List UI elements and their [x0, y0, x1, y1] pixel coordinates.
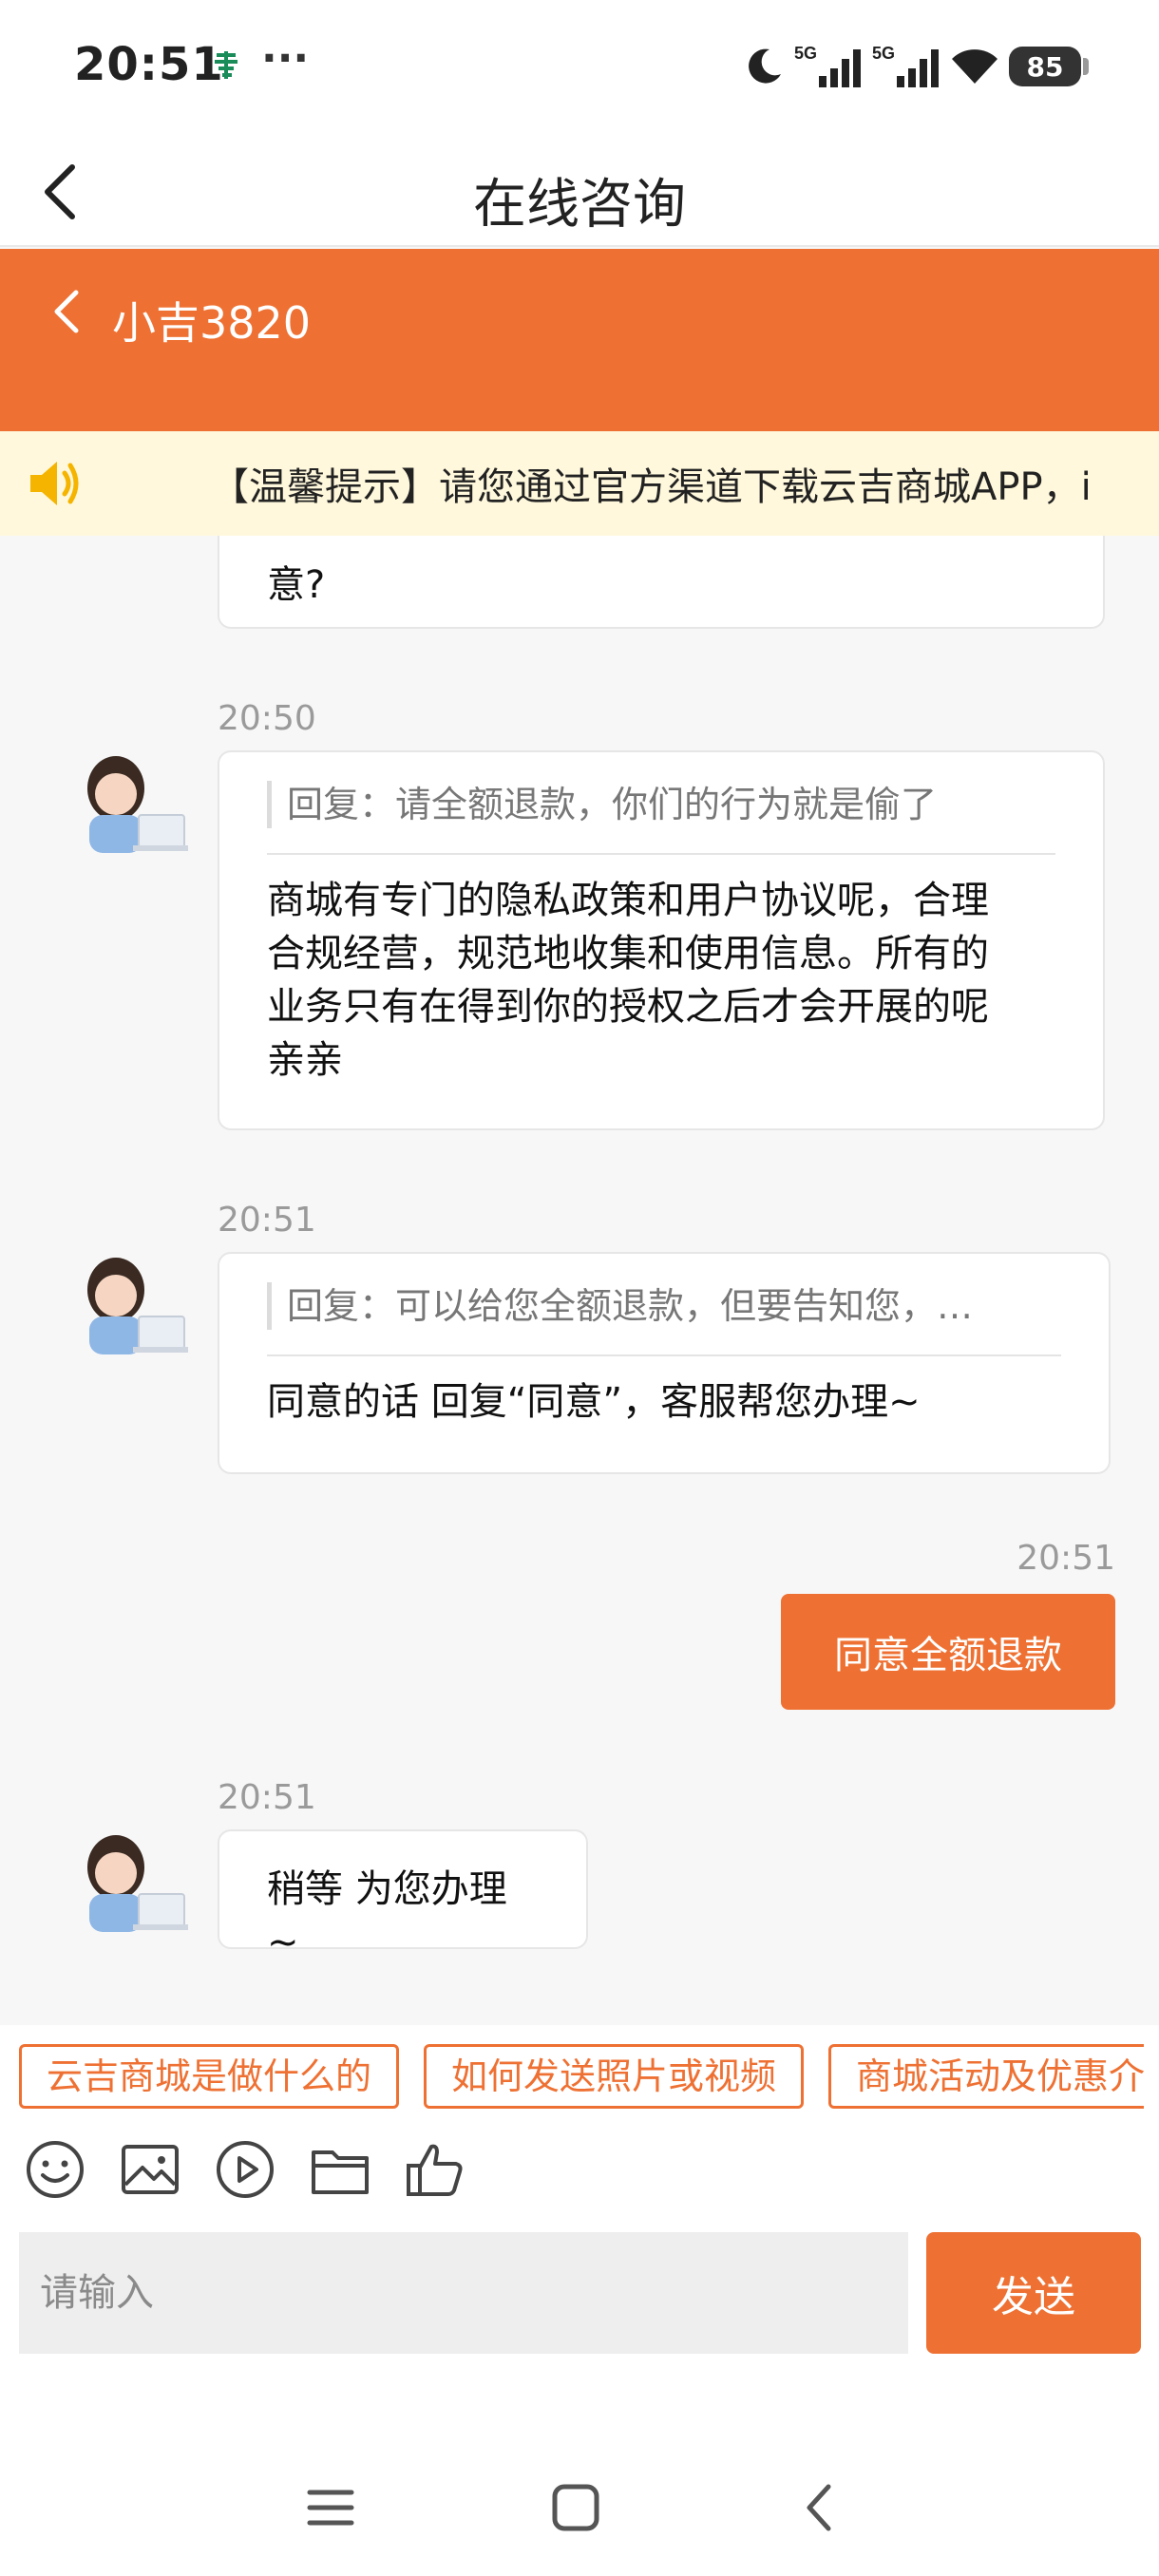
agent-message-bubble: 回复：请全额退款，你们的行为就是偷了 商城有专门的隐私政策和用户协议呢，合理 合…	[218, 750, 1105, 1130]
thumbs-up-icon[interactable]	[405, 2139, 466, 2200]
quick-reply-chip[interactable]: 商城活动及优惠介	[828, 2044, 1144, 2109]
status-time: 20:51	[74, 38, 224, 91]
agent-name: 小吉3820	[112, 297, 312, 349]
moon-icon	[749, 48, 781, 84]
message-time: 20:51	[1016, 1539, 1115, 1578]
home-icon[interactable]	[547, 2479, 604, 2536]
message-line: 亲亲	[267, 1038, 343, 1082]
folder-icon[interactable]	[310, 2139, 370, 2200]
battery-level: 85	[1026, 50, 1064, 83]
status-icons: 5G 5G 85	[743, 42, 1089, 91]
battery-indicator: 85	[1009, 47, 1089, 86]
speaker-icon	[30, 462, 79, 505]
image-icon[interactable]	[120, 2139, 180, 2200]
message-time: 20:51	[218, 1201, 316, 1240]
user-message-bubble: 同意全额退款	[781, 1594, 1115, 1710]
chat-back-icon[interactable]	[48, 283, 86, 340]
status-bar: 20:51 ··· 5G 5G 85	[0, 0, 1159, 133]
message-text: 意?	[267, 563, 326, 607]
notice-banner: 【温馨提示】请您通过官方渠道下载云吉商城APP，i	[0, 431, 1159, 536]
nav-back-icon[interactable]	[792, 2479, 849, 2536]
quote-divider	[267, 1354, 1061, 1356]
emoji-icon[interactable]	[25, 2139, 86, 2200]
notice-text: 【温馨提示】请您通过官方渠道下载云吉商城APP，i	[211, 465, 1092, 509]
system-nav-bar	[0, 2432, 1159, 2576]
message-line: 业务只有在得到你的授权之后才会开展的呢	[267, 985, 989, 1029]
page-title: 在线咨询	[473, 174, 686, 236]
signal-5g-icon-2: 5G	[872, 44, 939, 87]
message-text: 稍等 为您办理~	[267, 1867, 507, 1964]
network-label-2: 5G	[872, 44, 895, 63]
message-bubble-partial: 意?	[218, 536, 1105, 629]
message-line: 同意的话 回复“同意”，客服帮您办理~	[267, 1380, 921, 1424]
chat-header: 小吉3820	[0, 249, 1159, 431]
agent-message-bubble: 回复：可以给您全额退款，但要告知您，… 同意的话 回复“同意”，客服帮您办理~	[218, 1252, 1111, 1474]
agent-message-bubble: 稍等 为您办理~	[218, 1829, 588, 1964]
wifi-icon	[952, 49, 998, 84]
message-line: 商城有专门的隐私政策和用户协议呢，合理	[267, 879, 989, 922]
message-input[interactable]	[19, 2232, 908, 2354]
message-time: 20:51	[218, 1778, 316, 1817]
quoted-reply: 回复：可以给您全额退款，但要告知您，…	[267, 1282, 1061, 1330]
app-notification-icon	[215, 51, 238, 79]
message-line: 合规经营，规范地收集和使用信息。所有的	[267, 932, 989, 975]
quoted-reply: 回复：请全额退款，你们的行为就是偷了	[267, 781, 1055, 828]
quick-reply-chip[interactable]: 如何发送照片或视频	[424, 2044, 805, 2109]
agent-avatar	[87, 1835, 188, 1932]
video-icon[interactable]	[215, 2139, 276, 2200]
menu-icon[interactable]	[302, 2479, 359, 2536]
quote-divider	[267, 853, 1055, 855]
agent-avatar	[87, 756, 188, 853]
network-label: 5G	[794, 44, 817, 63]
chat-messages[interactable]: 意? 20:50 回复：请全额退款，你们的行为就是偷了 商城有专门的隐私政策和用…	[0, 536, 1159, 2025]
quick-replies: 云吉商城是做什么的 如何发送照片或视频 商城活动及优惠介	[19, 2044, 1144, 2111]
signal-5g-icon: 5G	[794, 44, 861, 87]
message-time: 20:50	[218, 699, 316, 738]
agent-avatar	[87, 1258, 188, 1354]
quick-reply-chip[interactable]: 云吉商城是做什么的	[19, 2044, 400, 2109]
toolbar	[25, 2139, 466, 2200]
send-button[interactable]: 发送	[926, 2232, 1141, 2354]
title-bar: 在线咨询	[0, 133, 1159, 247]
status-more-dots: ···	[261, 34, 310, 83]
